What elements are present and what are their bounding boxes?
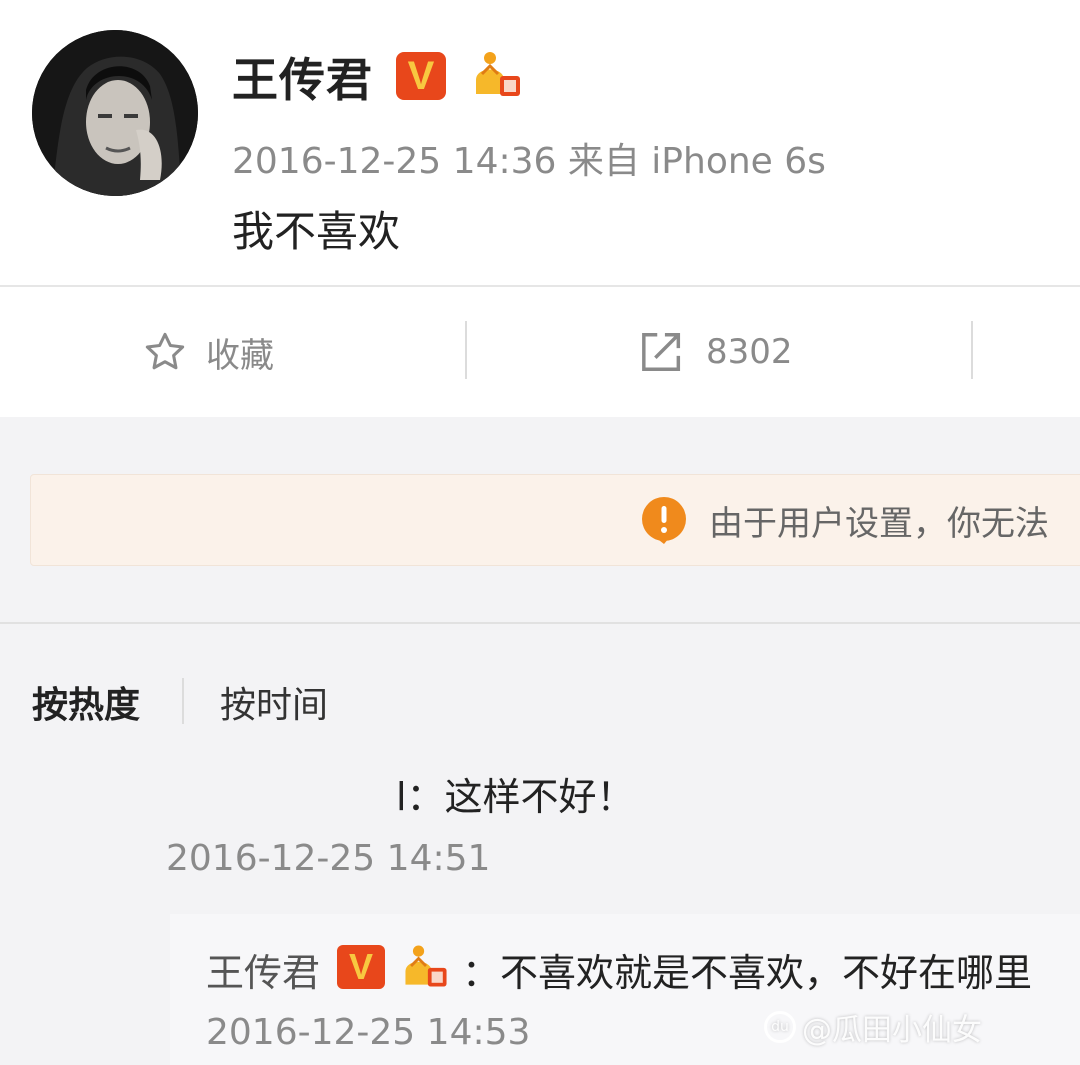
reply-username[interactable]: 王传君 (206, 942, 320, 997)
verified-badge-icon: V (396, 52, 446, 100)
star-outline-icon (145, 332, 185, 370)
post-meta: 2016-12-25 14:36 来自 iPhone 6s (232, 141, 826, 182)
share-count: 8302 (706, 332, 793, 372)
share-arrow-icon (642, 333, 681, 371)
share-button[interactable]: 8302 (638, 287, 793, 417)
post-card: 王传君 V 2016-12-25 14:36 来自 iPhone 6s 我不喜欢 (0, 0, 1080, 285)
sort-divider (182, 678, 184, 724)
post-username[interactable]: 王传君 (232, 44, 373, 110)
watermark: du @瓜田小仙女 (764, 1004, 1064, 1050)
watermark-text: @瓜田小仙女 (802, 1013, 982, 1048)
sort-by-time-tab[interactable]: 按时间 (220, 676, 328, 728)
verified-badge-icon: V (337, 945, 385, 989)
vip-crown-icon (468, 44, 528, 104)
sort-by-hot-tab[interactable]: 按热度 (32, 676, 140, 728)
notice-text: 由于用户设置，你无法 (709, 503, 1049, 544)
reply-text: ：不喜欢就是不喜欢，不好在哪里 (462, 951, 1033, 995)
comment-time: 2016-12-25 14:51 (166, 838, 491, 879)
vip-crown-icon (398, 938, 454, 994)
action-bar: 收藏 8302 (0, 285, 1080, 417)
favorite-label: 收藏 (206, 335, 274, 376)
avatar[interactable] (32, 30, 198, 196)
comment-text: l：这样不好！ (396, 775, 635, 819)
weibo-post-page: 王传君 V 2016-12-25 14:36 来自 iPhone 6s 我不喜欢… (0, 0, 1080, 1065)
action-divider (465, 321, 467, 379)
post-text: 我不喜欢 (232, 207, 401, 256)
favorite-button[interactable]: 收藏 (142, 287, 274, 417)
warning-icon (642, 497, 686, 544)
section-divider (0, 622, 1080, 624)
action-divider (971, 321, 973, 379)
comment-restriction-notice: 由于用户设置，你无法 (30, 474, 1080, 566)
watermark-logo-icon: du (764, 1011, 796, 1043)
reply-time: 2016-12-25 14:53 (206, 1012, 531, 1053)
